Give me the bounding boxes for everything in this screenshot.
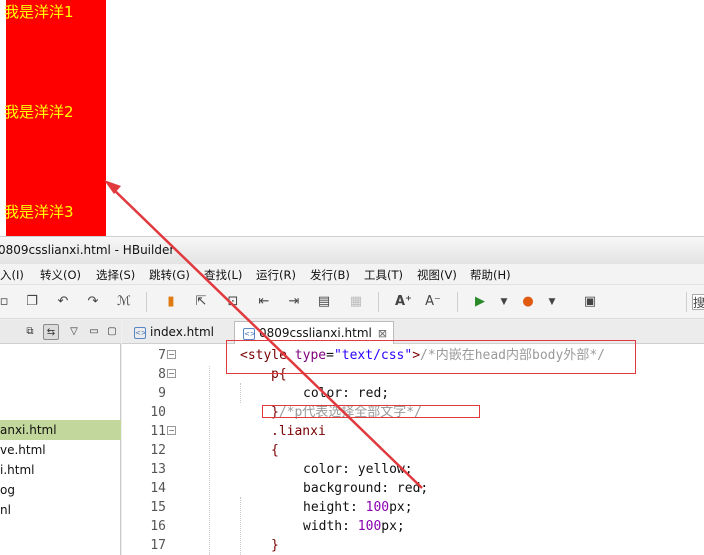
move-left-icon[interactable]: ⇤: [256, 294, 272, 310]
css-unit: px;: [381, 519, 405, 534]
annotation-box-comment: [262, 405, 480, 418]
css-number: 100: [365, 500, 390, 515]
font-decrease-icon[interactable]: A⁻: [425, 294, 441, 310]
browser-preview: 我是洋洋1 我是洋洋2 我是洋洋3: [0, 0, 704, 236]
project-panel-header: ⧉ ⇆ ▽ ▭ ▢: [0, 320, 121, 344]
line-number: 10: [150, 405, 166, 420]
code-line-12: {: [271, 443, 279, 458]
menu-run[interactable]: 运行(R): [256, 267, 296, 283]
menu-bar: 入(I) 转义(O) 选择(S) 跳转(G) 查找(L) 运行(R) 发行(B)…: [0, 264, 704, 285]
line-number: 12: [150, 443, 166, 458]
toolbar-separator: [378, 292, 379, 312]
menu-goto[interactable]: 跳转(G): [149, 267, 190, 283]
line-number: 7: [158, 348, 166, 363]
undo-icon[interactable]: ↶: [55, 294, 71, 310]
toolbar-separator: [146, 292, 147, 312]
css-prop: height:: [303, 500, 366, 515]
tab-index-html[interactable]: <> index.html: [126, 321, 232, 344]
menu-publish[interactable]: 发行(B): [310, 267, 350, 283]
hbuilder-window: 0809csslianxi.html - HBuilder 入(I) 转义(O)…: [0, 236, 704, 555]
toolbar-separator: [686, 292, 687, 312]
code-area[interactable]: <style type="text/css">/*内嵌在head内部body外部…: [182, 344, 704, 555]
code-line-17: }: [271, 538, 279, 553]
line-number: 13: [150, 462, 166, 477]
project-panel: ⧉ ⇆ ▽ ▭ ▢ anxi.html ve.html i.html og nl: [0, 320, 121, 555]
font-increase-icon[interactable]: A⁺: [395, 294, 412, 310]
view-menu-icon[interactable]: ▽: [66, 324, 82, 340]
search-box-stub[interactable]: 搜: [692, 294, 704, 310]
move-right-icon[interactable]: ⇥: [286, 294, 302, 310]
fold-icon[interactable]: −: [167, 426, 176, 435]
menu-view[interactable]: 视图(V): [417, 267, 457, 283]
line-number: 8: [158, 367, 166, 382]
menu-escape[interactable]: 转义(O): [40, 267, 81, 283]
open-file-icon[interactable]: ▫: [0, 294, 12, 310]
code-line-9: color: red;: [303, 386, 390, 401]
bookmark-icon[interactable]: ▮: [163, 294, 179, 310]
indent-guide: [240, 383, 241, 403]
collapse-icon[interactable]: ⧉: [22, 324, 38, 340]
file-item[interactable]: i.html: [0, 460, 121, 480]
format-icon[interactable]: ℳ: [116, 294, 132, 310]
code-line-11: .lianxi: [271, 424, 326, 439]
line-number: 17: [150, 538, 166, 553]
line-number: 15: [150, 500, 166, 515]
toolbar: ▫ ❐ ↶ ↷ ℳ ▮ ⇱ ⊡ ⇤ ⇥ ▤ ▦ A⁺ A⁻ ▶ ▼ ● ▼ ▣ …: [0, 285, 704, 319]
file-item[interactable]: nl: [0, 500, 121, 520]
disabled-icon: ▦: [349, 294, 363, 309]
run-icon[interactable]: ▶: [472, 294, 488, 310]
html-file-icon: <>: [134, 326, 147, 339]
fold-icon[interactable]: −: [167, 350, 176, 359]
menu-insert[interactable]: 入(I): [0, 267, 24, 283]
box-text-1: 我是洋洋1: [4, 3, 74, 21]
info-icon[interactable]: ▣: [582, 294, 598, 310]
red-box-1: 我是洋洋1: [4, 0, 106, 100]
maximize-icon[interactable]: ▢: [104, 324, 120, 340]
export-icon[interactable]: ⇱: [193, 294, 209, 310]
dropdown-icon[interactable]: ▼: [496, 294, 512, 310]
code-line-13: color: yellow;: [303, 462, 413, 477]
dropdown-icon[interactable]: ▼: [544, 294, 560, 310]
line-number: 16: [150, 519, 166, 534]
box-text-3: 我是洋洋3: [4, 203, 74, 221]
minimize-icon[interactable]: ▭: [86, 324, 102, 340]
red-box-2: 我是洋洋2: [4, 100, 106, 200]
css-unit: px;: [389, 500, 413, 515]
code-line-16: width: 100px;: [303, 517, 405, 536]
indent-guide: [209, 366, 210, 555]
css-prop: width:: [303, 519, 358, 534]
redo-icon[interactable]: ↷: [85, 294, 101, 310]
title-bar: 0809csslianxi.html - HBuilder: [0, 236, 704, 264]
firefox-icon[interactable]: ●: [520, 294, 536, 310]
line-number-gutter: 7 − 8 − 9 10 11 − 12 13 14 15 16 17: [122, 344, 178, 555]
red-box-3: 我是洋洋3: [4, 200, 106, 236]
comment-icon[interactable]: ▤: [316, 294, 332, 310]
indent-guide: [240, 497, 241, 555]
link-editor-icon[interactable]: ⇆: [43, 324, 59, 340]
line-number: 11: [150, 424, 166, 439]
line-number: 9: [158, 386, 166, 401]
annotation-box-style-tag: [226, 340, 636, 374]
menu-tools[interactable]: 工具(T): [364, 267, 403, 283]
box-text-2: 我是洋洋2: [4, 103, 74, 121]
menu-find[interactable]: 查找(L): [204, 267, 242, 283]
file-item[interactable]: ve.html: [0, 440, 121, 460]
code-line-15: height: 100px;: [303, 498, 413, 517]
fold-icon[interactable]: −: [167, 369, 176, 378]
toolbar-separator: [457, 292, 458, 312]
line-number: 14: [150, 481, 166, 496]
tab-label: index.html: [150, 325, 214, 339]
save-all-icon[interactable]: ⊡: [225, 294, 241, 310]
tab-label: 0809csslianxi.html: [259, 326, 372, 340]
css-number: 100: [357, 519, 382, 534]
menu-help[interactable]: 帮助(H): [470, 267, 511, 283]
code-line-14: background: red;: [303, 481, 429, 496]
file-item[interactable]: og: [0, 480, 121, 500]
file-item-selected[interactable]: anxi.html: [0, 420, 121, 440]
window-title: 0809csslianxi.html - HBuilder: [0, 243, 175, 257]
html-file-icon: <>: [243, 327, 256, 340]
copy-icon[interactable]: ❐: [24, 294, 40, 310]
menu-select[interactable]: 选择(S): [96, 267, 135, 283]
